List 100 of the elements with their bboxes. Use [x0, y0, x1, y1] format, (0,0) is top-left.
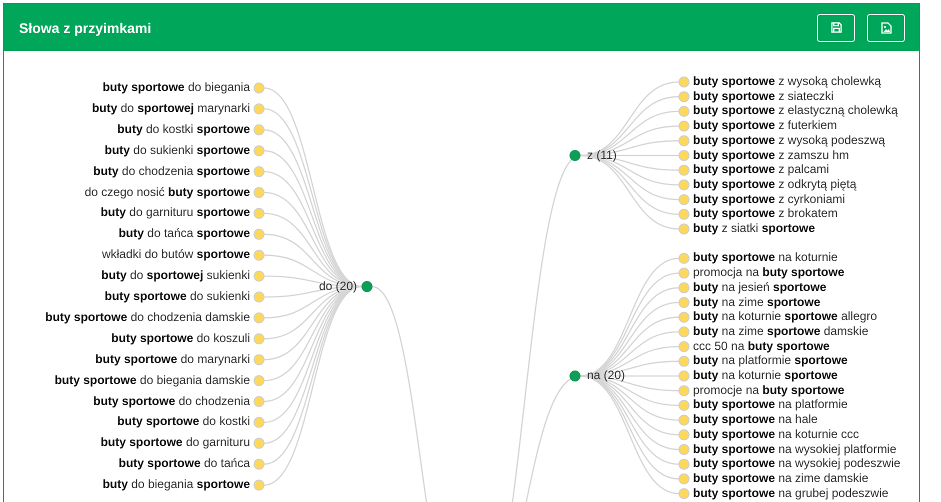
- leaf-node[interactable]: [678, 312, 690, 323]
- leaf-node[interactable]: [678, 414, 690, 426]
- leaf-node[interactable]: [678, 179, 690, 190]
- image-export-button[interactable]: [867, 14, 905, 42]
- leaf-label: buty sportowe z elastyczną cholewką: [693, 103, 898, 118]
- leaf-node[interactable]: [254, 396, 264, 407]
- leaf-node[interactable]: [678, 429, 690, 440]
- leaf-label: buty na koturnie sportowe: [693, 368, 838, 383]
- save-button[interactable]: [817, 14, 855, 42]
- leaf-label: buty na zime sportowe damskie: [693, 324, 868, 339]
- image-file-icon: [880, 22, 892, 34]
- leaf-label: buty na jesień sportowe: [693, 280, 826, 295]
- leaf-node[interactable]: [678, 150, 690, 161]
- leaf-node[interactable]: [678, 194, 690, 206]
- leaf-label: buty sportowe do koszuli: [111, 330, 250, 346]
- leaf-node[interactable]: [254, 166, 264, 178]
- leaf-node[interactable]: [678, 488, 690, 500]
- leaf-node[interactable]: [254, 228, 264, 240]
- leaf-node[interactable]: [678, 252, 690, 264]
- leaf-node[interactable]: [678, 91, 690, 102]
- leaf-label: buty sportowe z palcami: [693, 162, 830, 178]
- leaf-label: buty do kostki sportowe: [117, 122, 250, 137]
- leaf-label: buty sportowe z wysoką cholewką: [693, 74, 882, 89]
- leaf-label: buty do sportowej marynarki: [92, 100, 250, 116]
- leaf-node[interactable]: [254, 416, 264, 428]
- leaf-label: buty sportowe z zamszu hm: [693, 148, 850, 162]
- leaf-label: buty sportowe na wysokiej platformie: [693, 442, 896, 456]
- leaf-node[interactable]: [254, 124, 264, 136]
- leaf-node[interactable]: [254, 270, 264, 282]
- leaf-node[interactable]: [254, 103, 264, 114]
- leaf-node[interactable]: [678, 458, 690, 470]
- leaf-label: do czego nosić buty sportowe: [84, 184, 250, 200]
- group-node[interactable]: [362, 281, 372, 292]
- leaf-node[interactable]: [678, 106, 690, 117]
- leaf-label: buty sportowe do kostki: [117, 414, 250, 430]
- leaf-label: buty sportowe na platformie: [693, 397, 848, 412]
- group-node[interactable]: [570, 150, 580, 161]
- leaf-label: promocja na buty sportowe: [693, 265, 844, 280]
- leaf-label: buty do sukienki sportowe: [104, 142, 250, 158]
- leaf-label: buty na zime sportowe: [693, 294, 820, 310]
- leaf-node[interactable]: [678, 268, 690, 279]
- leaf-label: buty sportowe na zime damskie: [693, 470, 868, 486]
- leaf-node[interactable]: [678, 208, 690, 220]
- leaf-node[interactable]: [254, 375, 264, 386]
- group-label: do (20): [318, 278, 357, 294]
- leaf-label: wkładki do butów sportowe: [102, 247, 250, 262]
- leaf-node[interactable]: [254, 208, 264, 219]
- leaf-node[interactable]: [678, 297, 690, 308]
- leaf-label: buty na koturnie sportowe allegro: [693, 309, 878, 324]
- leaf-node[interactable]: [254, 458, 264, 470]
- leaf-node[interactable]: [678, 282, 690, 294]
- leaf-node[interactable]: [678, 326, 690, 338]
- leaf-node[interactable]: [678, 444, 690, 455]
- leaf-label: buty na platformie sportowe: [693, 353, 848, 368]
- leaf-label: buty sportowe na koturnie: [693, 250, 838, 266]
- leaf-node[interactable]: [678, 341, 690, 352]
- leaf-node[interactable]: [678, 164, 690, 176]
- leaf-node[interactable]: [254, 333, 264, 344]
- leaf-label: buty sportowe do marynarki: [95, 352, 250, 367]
- leaf-label: promocje na buty sportowe: [693, 382, 844, 398]
- leaf-label: buty sportowe z brokatem: [693, 206, 838, 222]
- leaf-label: buty do tańca sportowe: [118, 226, 250, 242]
- leaf-node[interactable]: [254, 187, 264, 198]
- leaf-label: buty do sportowej sukienki: [101, 268, 250, 284]
- leaf-node[interactable]: [678, 135, 690, 146]
- leaf-node[interactable]: [254, 82, 264, 94]
- leaf-label: buty sportowe na hale: [693, 412, 818, 428]
- leaf-node[interactable]: [678, 400, 690, 411]
- leaf-node[interactable]: [254, 250, 264, 261]
- leaf-node[interactable]: [254, 480, 264, 491]
- leaf-node[interactable]: [678, 76, 690, 88]
- leaf-node[interactable]: [254, 438, 264, 449]
- leaf-label: buty sportowe na koturnie ccc: [693, 426, 860, 442]
- leaf-label: buty sportowe do sukienki: [104, 289, 250, 304]
- leaf-label: buty z siatki sportowe: [693, 221, 816, 236]
- panel-title: Słowa z przyimkami: [19, 20, 152, 36]
- leaf-label: buty sportowe z siateczki: [693, 88, 834, 104]
- leaf-label: buty do garnituru sportowe: [100, 205, 250, 220]
- leaf-label: buty sportowe do biegania damskie: [54, 372, 250, 388]
- leaf-node[interactable]: [254, 145, 264, 156]
- leaf-label: buty sportowe do chodzenia: [93, 394, 250, 408]
- leaf-label: buty sportowe z cyrkoniami: [693, 192, 846, 207]
- group-label: z (11): [587, 148, 617, 162]
- leaf-node[interactable]: [678, 120, 690, 132]
- group-label: na (20): [587, 368, 626, 383]
- leaf-label: buty sportowe na wysokiej podeszwie: [693, 456, 900, 472]
- leaf-label: buty sportowe z wysoką podeszwą: [693, 132, 886, 148]
- leaf-node[interactable]: [678, 385, 690, 396]
- leaf-node[interactable]: [678, 370, 690, 382]
- group-node[interactable]: [570, 370, 580, 382]
- leaf-node[interactable]: [678, 224, 690, 234]
- leaf-node[interactable]: [254, 312, 264, 324]
- leaf-node[interactable]: [254, 292, 264, 302]
- leaf-label: buty sportowe na grubej podeszwie: [693, 486, 888, 501]
- leaf-label: buty sportowe do biegania: [102, 80, 250, 95]
- leaf-node[interactable]: [678, 356, 690, 367]
- leaf-node[interactable]: [254, 354, 264, 366]
- leaf-label: buty sportowe z odkrytą piętą: [693, 176, 856, 192]
- leaf-label: buty do chodzenia sportowe: [93, 164, 250, 179]
- leaf-node[interactable]: [678, 473, 690, 484]
